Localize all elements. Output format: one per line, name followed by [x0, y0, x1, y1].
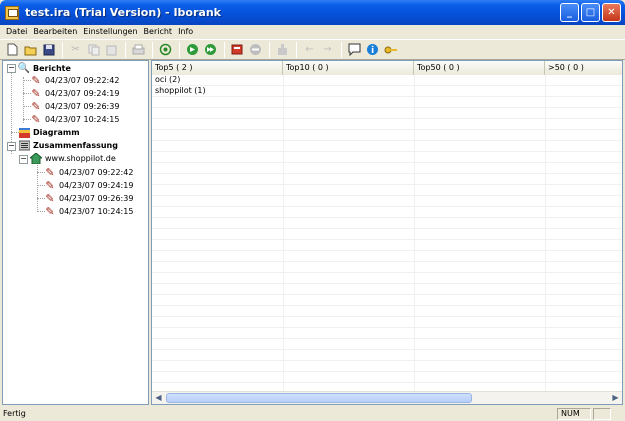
column-header-over50[interactable]: >50 ( 0 ) — [545, 61, 622, 75]
thumb-icon[interactable] — [274, 41, 291, 58]
window-title: test.ira (Trial Version) - Iborank — [25, 6, 221, 19]
menu-einstellungen[interactable]: Einstellungen — [80, 27, 140, 36]
minimize-button[interactable]: _ — [560, 3, 579, 22]
new-document-icon[interactable] — [4, 41, 21, 58]
column-header-top10[interactable]: Top10 ( 0 ) — [283, 61, 414, 75]
cut-icon[interactable]: ✂ — [67, 41, 84, 58]
target-icon[interactable] — [157, 41, 174, 58]
list-rows — [152, 75, 622, 391]
tree-node-site[interactable]: www.shoppilot.de — [30, 152, 116, 165]
pencil-icon: ✎ — [45, 192, 55, 205]
status-bar: Fertig NUM — [0, 406, 625, 421]
pencil-icon: ✎ — [31, 113, 41, 126]
column-headers: Top5 ( 2 ) Top10 ( 0 ) Top50 ( 0 ) >50 (… — [152, 61, 622, 75]
pencil-icon: ✎ — [45, 179, 55, 192]
menu-info[interactable]: Info — [175, 27, 196, 36]
tree-node-report[interactable]: ✎ 04/23/07 09:26:39 — [30, 100, 119, 113]
toolbar: ✂ ← → — [0, 39, 625, 60]
stop-icon[interactable] — [247, 41, 264, 58]
pencil-icon: ✎ — [31, 74, 41, 87]
title-bar: test.ira (Trial Version) - Iborank _ □ ✕ — [0, 0, 625, 25]
chart-icon — [18, 127, 30, 139]
print-icon[interactable] — [130, 41, 147, 58]
copy-icon[interactable] — [85, 41, 102, 58]
collapse-berichte-toggle[interactable]: − — [7, 64, 16, 73]
tree-node-diagramm[interactable]: Diagramm — [18, 126, 80, 139]
ranking-list[interactable]: Top5 ( 2 ) Top10 ( 0 ) Top50 ( 0 ) >50 (… — [151, 60, 623, 405]
tree-node-summary-report[interactable]: ✎ 04/23/07 09:24:19 — [44, 179, 133, 192]
scroll-thumb[interactable] — [166, 393, 472, 403]
num-lock-indicator: NUM — [557, 408, 591, 420]
horizontal-scrollbar[interactable]: ◀ ▶ — [152, 391, 622, 404]
menu-bericht[interactable]: Bericht — [141, 27, 176, 36]
column-header-top5[interactable]: Top5 ( 2 ) — [152, 61, 283, 75]
tree-node-zusammenfassung[interactable]: Zusammenfassung — [18, 139, 118, 152]
maximize-button[interactable]: □ — [581, 3, 600, 22]
pencil-icon: ✎ — [45, 166, 55, 179]
tree-node-summary-report[interactable]: ✎ 04/23/07 10:24:15 — [44, 205, 133, 218]
house-icon — [30, 153, 42, 165]
key-icon[interactable] — [382, 41, 399, 58]
pencil-icon: ✎ — [31, 87, 41, 100]
tree-node-report[interactable]: ✎ 04/23/07 10:24:15 — [30, 113, 119, 126]
app-icon — [5, 5, 19, 20]
open-folder-icon[interactable] — [22, 41, 39, 58]
report-icon[interactable] — [229, 41, 246, 58]
menu-datei[interactable]: Datei — [3, 27, 30, 36]
tree-node-report[interactable]: ✎ 04/23/07 09:22:42 — [30, 74, 119, 87]
save-icon[interactable] — [40, 41, 57, 58]
status-panel — [593, 408, 611, 420]
tree-node-summary-report[interactable]: ✎ 04/23/07 09:26:39 — [44, 192, 133, 205]
info-icon[interactable] — [364, 41, 381, 58]
paste-icon[interactable] — [103, 41, 120, 58]
tree-node-summary-report[interactable]: ✎ 04/23/07 09:22:42 — [44, 166, 133, 179]
back-arrow-icon[interactable]: ← — [301, 41, 318, 58]
collapse-zusammenfassung-toggle[interactable]: − — [7, 142, 16, 151]
report-tree[interactable]: − 🔍 Berichte ✎ 04/23/07 09:22:42 ✎ 04/23… — [2, 60, 149, 405]
collapse-site-toggle[interactable]: − — [19, 155, 28, 164]
scroll-right-icon[interactable]: ▶ — [609, 392, 622, 404]
menu-bearbeiten[interactable]: Bearbeiten — [30, 27, 80, 36]
run-all-icon[interactable] — [202, 41, 219, 58]
run-forward-icon[interactable] — [184, 41, 201, 58]
list-item[interactable]: shoppilot (1) — [155, 86, 206, 95]
forward-arrow-icon[interactable]: → — [319, 41, 336, 58]
pencil-icon: ✎ — [45, 205, 55, 218]
close-button[interactable]: ✕ — [602, 3, 621, 22]
magnifier-icon: 🔍 — [17, 63, 31, 74]
tree-node-report[interactable]: ✎ 04/23/07 09:24:19 — [30, 87, 119, 100]
menu-bar: Datei Bearbeiten Einstellungen Bericht I… — [0, 25, 625, 38]
column-header-top50[interactable]: Top50 ( 0 ) — [414, 61, 545, 75]
summary-icon — [18, 140, 30, 152]
comment-icon[interactable] — [346, 41, 363, 58]
scroll-left-icon[interactable]: ◀ — [152, 392, 165, 404]
list-item[interactable]: oci (2) — [155, 75, 180, 84]
status-text: Fertig — [3, 409, 26, 418]
pencil-icon: ✎ — [31, 100, 41, 113]
